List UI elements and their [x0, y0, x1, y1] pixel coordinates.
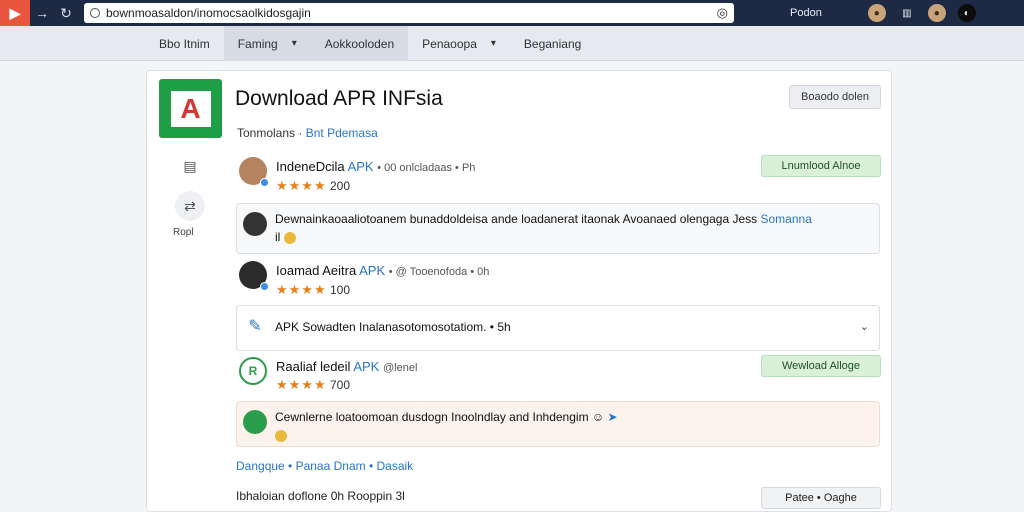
tab-aokkooloden[interactable]: Aokkooloden — [310, 26, 409, 61]
shield-icon[interactable]: ◎ — [717, 5, 728, 21]
meta-line: Tonmolans · Bnt Pdemasa — [237, 126, 378, 140]
refresh-icon[interactable]: ↻ — [54, 0, 78, 26]
cursor-icon: ➤ — [607, 410, 618, 424]
highlight-panel: Cewnlerne loatoomoan dusdogn Inoolndlay … — [236, 401, 880, 447]
avatar[interactable]: R — [239, 357, 267, 385]
verified-icon — [260, 282, 269, 291]
main-card: A ▤ ⇄ Ropl Download APR INFsia Boaodo do… — [146, 70, 892, 512]
review-header: Ioamad Aeitra APK • @ Tooenofoda • 0h — [276, 263, 490, 278]
browser-toolbar: ▶ → ↻ bownmoasaldon/inomocsaolkidosgajin… — [0, 0, 1024, 26]
star-rating-icon: ★★★★ — [276, 282, 327, 297]
user-avatar-icon[interactable]: ● — [927, 4, 946, 22]
download-button[interactable]: Wewload Alloge — [761, 355, 881, 377]
profile-menu[interactable]: Podon — [790, 7, 822, 19]
url-text: bownmoasaldon/inomocsaolkidosgajin — [106, 6, 311, 20]
avatar[interactable] — [239, 261, 269, 291]
footer-links[interactable]: Dangque • Panaa Dnam • Dasaik — [236, 459, 413, 473]
verified-icon — [260, 178, 269, 187]
page-title: Download APR INFsia — [235, 87, 443, 110]
review-rating: ★★★★ 700 — [276, 377, 350, 392]
app-logo-icon[interactable]: ▶ — [0, 0, 30, 26]
top-action-button[interactable]: Boaodo dolen — [789, 85, 881, 109]
tab-bbo-itnim[interactable]: Bbo Itnim — [145, 26, 224, 61]
avatar — [243, 212, 267, 236]
avatar — [243, 410, 267, 434]
chevron-down-icon: ▾ — [490, 38, 496, 49]
lock-icon — [90, 8, 100, 18]
apk-app-logo: A — [159, 79, 222, 138]
star-rating-icon: ★★★★ — [276, 178, 327, 193]
download-button[interactable]: Lnumlood Alnoe — [761, 155, 881, 177]
expandable-panel[interactable]: ✎ APK Sowadten Inalanasotomosotatiom. • … — [236, 305, 880, 351]
nav-tabs: Bbo Itnim Faming ▾ Aokkooloden Penaoopa ▾ … — [0, 26, 1024, 61]
forward-icon[interactable]: → — [30, 0, 54, 26]
share-icon[interactable]: ⇄ — [175, 191, 205, 221]
tab-penaoopa[interactable]: Penaoopa ▾ — [408, 26, 510, 61]
coin-icon — [283, 231, 296, 244]
emoji-icon: ☺ — [591, 410, 605, 424]
footer-meta: Ibhaloian doflone 0h Rooppin 3l — [236, 489, 405, 503]
toolbar-right: Podon ● ▥ ● ◐ — [790, 0, 976, 26]
tab-faming[interactable]: Faming ▾ — [223, 26, 311, 61]
footer-button[interactable]: Patee • Oaghe — [761, 487, 881, 509]
chevron-down-icon[interactable]: ⌄ — [860, 320, 869, 333]
review-header: IndeneDcila APK • 00 onlcladaas • Ph — [276, 159, 476, 174]
avatar-icon[interactable]: ● — [867, 4, 886, 22]
address-bar[interactable]: bownmoasaldon/inomocsaolkidosgajin ◎ — [84, 3, 734, 23]
comment-panel: Dewnainkaoaaliotoanem bunaddoldeisa ande… — [236, 203, 880, 254]
document-icon[interactable]: ▤ — [175, 151, 205, 181]
chevron-down-icon: ▾ — [291, 38, 297, 49]
grid-icon[interactable]: ▥ — [898, 4, 916, 22]
coin-icon — [275, 429, 287, 442]
meta-link[interactable]: Bnt Pdemasa — [306, 126, 378, 140]
comment-link[interactable]: Somanna — [761, 212, 812, 226]
app-a-icon: A — [170, 90, 211, 127]
review-header: Raaliaf ledeil APK @lenel — [276, 359, 418, 374]
review-rating: ★★★★ 100 — [276, 282, 350, 297]
edit-icon: ✎ — [248, 318, 262, 335]
avatar[interactable] — [239, 157, 269, 187]
review-rating: ★★★★ 200 — [276, 178, 350, 193]
side-label: Ropl — [173, 227, 194, 238]
tab-beganiang[interactable]: Beganiang — [510, 26, 595, 61]
star-rating-icon: ★★★★ — [276, 377, 327, 392]
dark-mode-icon[interactable]: ◐ — [957, 4, 976, 22]
